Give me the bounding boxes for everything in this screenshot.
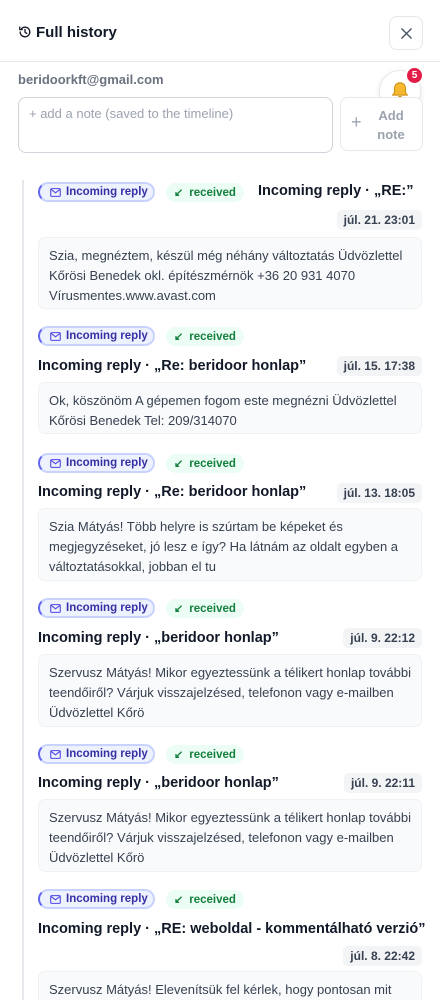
status-badge: ↙ received bbox=[166, 327, 244, 346]
note-input[interactable] bbox=[18, 97, 333, 153]
type-label: Incoming reply bbox=[66, 748, 148, 760]
arrow-down-left-icon: ↙ bbox=[174, 894, 184, 906]
timeline-entry: Incoming reply ↙ received Incoming reply… bbox=[38, 744, 422, 872]
mail-icon bbox=[50, 187, 61, 197]
timeline-entry: Incoming reply ↙ received Incoming reply… bbox=[38, 326, 422, 434]
type-badge: Incoming reply bbox=[38, 598, 155, 618]
entry-title: Incoming reply · „RE:” bbox=[258, 183, 414, 199]
notification-count-badge: 5 bbox=[405, 66, 424, 85]
mail-icon bbox=[50, 331, 61, 341]
add-note-button[interactable]: + Add note bbox=[340, 97, 423, 151]
status-badge: ↙ received bbox=[166, 454, 244, 473]
status-badge: ↙ received bbox=[166, 599, 244, 618]
entry-time: júl. 9. 22:12 bbox=[343, 628, 422, 648]
timeline-line bbox=[22, 180, 24, 1000]
arrow-down-left-icon: ↙ bbox=[174, 331, 184, 343]
entry-body: Szervusz Mátyás! Mikor egyeztessünk a té… bbox=[38, 654, 422, 727]
entry-body: Ok, köszönöm A gépemen fogom este megnéz… bbox=[38, 382, 422, 434]
entry-title: Incoming reply · „Re: beridoor honlap” bbox=[38, 358, 307, 374]
type-badge: Incoming reply bbox=[38, 326, 155, 346]
type-label: Incoming reply bbox=[66, 330, 148, 342]
status-badge: ↙ received bbox=[166, 745, 244, 764]
close-icon bbox=[400, 27, 412, 39]
arrow-down-left-icon: ↙ bbox=[174, 458, 184, 470]
entry-body: Szervusz Mátyás! Elevenítsük fel kérlek,… bbox=[38, 971, 422, 1000]
entry-time: júl. 21. 23:01 bbox=[336, 210, 422, 230]
history-icon bbox=[19, 26, 31, 38]
mail-icon bbox=[50, 749, 61, 759]
entry-body: Szervusz Mátyás! Mikor egyeztessünk a té… bbox=[38, 799, 422, 872]
plus-icon: + bbox=[351, 112, 362, 132]
timeline-entry: Incoming reply ↙ received Incoming reply… bbox=[38, 889, 426, 1000]
panel-title: Full history bbox=[36, 24, 117, 41]
add-note-label: Add note bbox=[377, 108, 405, 142]
type-label: Incoming reply bbox=[66, 457, 148, 469]
type-label: Incoming reply bbox=[66, 602, 148, 614]
type-label: Incoming reply bbox=[66, 893, 148, 905]
mail-icon bbox=[50, 458, 61, 468]
entry-time: júl. 9. 22:11 bbox=[343, 773, 422, 793]
arrow-down-left-icon: ↙ bbox=[174, 187, 184, 199]
entry-title: Incoming reply · „RE: weboldal - komment… bbox=[38, 921, 426, 937]
entry-title: Incoming reply · „beridoor honlap” bbox=[38, 630, 279, 646]
close-button[interactable] bbox=[389, 16, 423, 50]
contact-email: beridoorkft@gmail.com bbox=[18, 72, 164, 87]
timeline-entry: Incoming reply ↙ received Incoming reply… bbox=[38, 182, 422, 309]
entry-body: Szia Mátyás! Több helyre is szúrtam be k… bbox=[38, 508, 422, 581]
mail-icon bbox=[50, 603, 61, 613]
type-label: Incoming reply bbox=[66, 186, 148, 198]
entry-title: Incoming reply · „Re: beridoor honlap” bbox=[38, 484, 307, 500]
arrow-down-left-icon: ↙ bbox=[174, 603, 184, 615]
timeline-entry: Incoming reply ↙ received Incoming reply… bbox=[38, 453, 422, 581]
status-label: received bbox=[189, 457, 236, 470]
status-label: received bbox=[189, 893, 236, 906]
status-badge: ↙ received bbox=[166, 183, 244, 202]
status-badge: ↙ received bbox=[166, 890, 244, 909]
entry-title: Incoming reply · „beridoor honlap” bbox=[38, 775, 279, 791]
status-label: received bbox=[189, 602, 236, 615]
arrow-down-left-icon: ↙ bbox=[174, 749, 184, 761]
entry-time: júl. 15. 17:38 bbox=[336, 356, 422, 376]
entry-body: Szia, megnéztem, készül még néhány válto… bbox=[38, 237, 422, 309]
type-badge: Incoming reply bbox=[38, 182, 155, 202]
status-label: received bbox=[189, 330, 236, 343]
panel-header: Full history bbox=[0, 0, 440, 62]
type-badge: Incoming reply bbox=[38, 453, 155, 473]
status-label: received bbox=[189, 186, 236, 199]
entry-time: júl. 13. 18:05 bbox=[336, 483, 422, 503]
entry-time: júl. 8. 22:42 bbox=[343, 946, 422, 966]
timeline-entry: Incoming reply ↙ received Incoming reply… bbox=[38, 598, 422, 727]
type-badge: Incoming reply bbox=[38, 889, 155, 909]
status-label: received bbox=[189, 748, 236, 761]
type-badge: Incoming reply bbox=[38, 744, 155, 764]
mail-icon bbox=[50, 894, 61, 904]
